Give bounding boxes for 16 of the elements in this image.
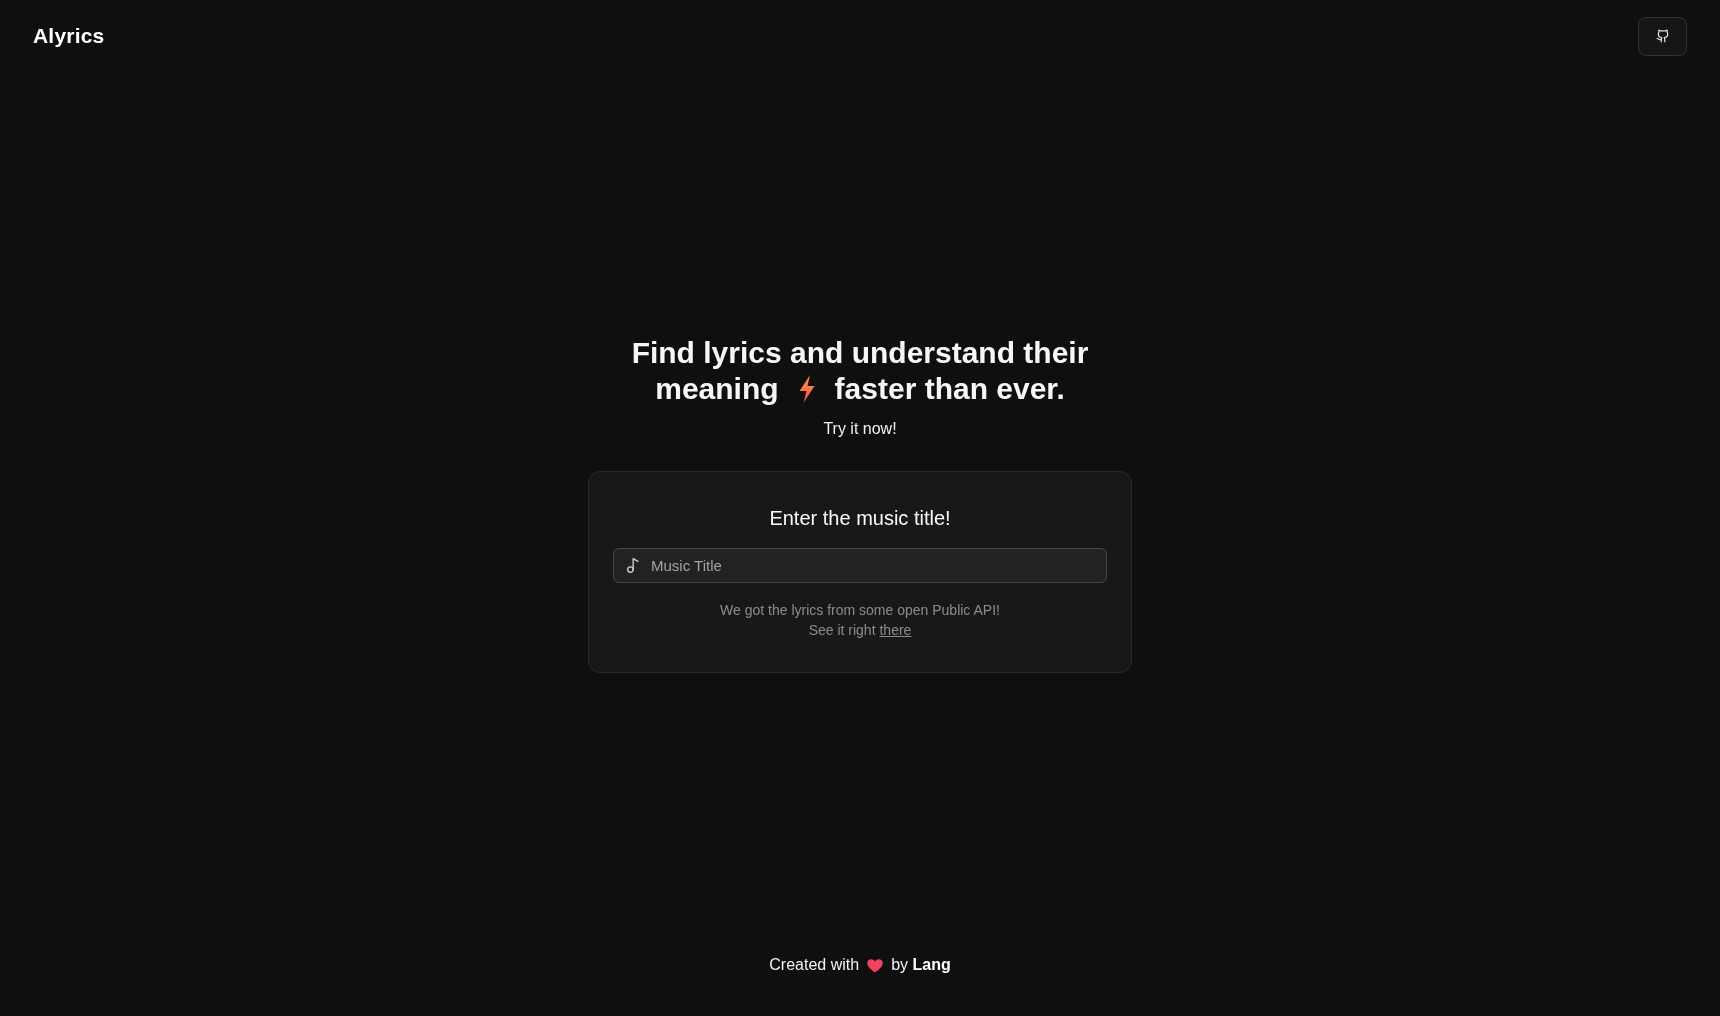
hero-heading: meaning [655,370,779,407]
credit-text: Created with [769,955,860,975]
hero-heading: faster than ever. [834,370,1065,407]
github-button[interactable] [1638,16,1687,56]
music-note-icon [627,557,639,573]
music-title-input[interactable]: Music Title [613,547,1107,583]
logo[interactable]: Alyrics [33,24,105,48]
card-title: Enter the music title! [769,505,951,531]
source-link[interactable]: there [879,621,912,638]
hero-subtitle: Try it now! [823,418,897,439]
lightning-icon [798,374,815,403]
heart-icon [867,957,884,973]
github-icon [1655,29,1670,43]
source-note: We got the lyrics from some open Public API! See it right there [720,600,1000,640]
author-credit: by Lang [891,955,951,975]
hero-heading: Find lyrics and understand their [631,334,1089,371]
